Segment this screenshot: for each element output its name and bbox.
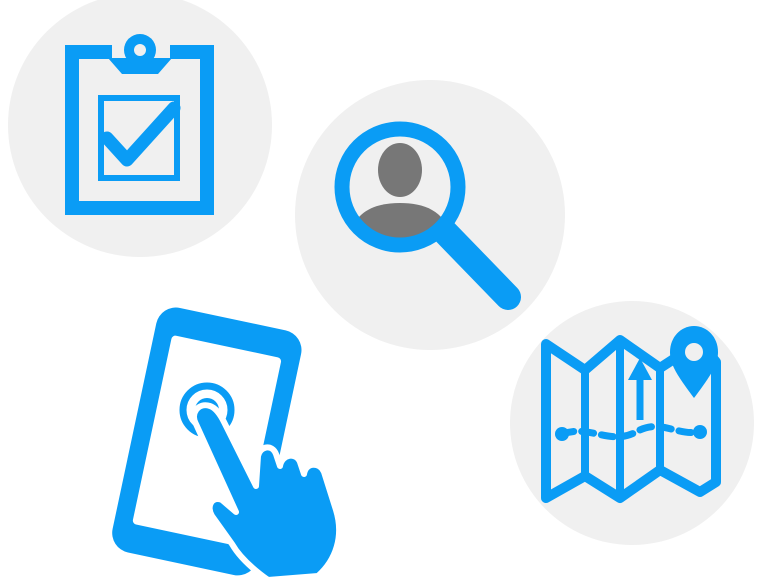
user-search-icon	[295, 80, 565, 350]
map-route-icon	[510, 301, 754, 545]
icon-illustration	[8, 0, 754, 580]
tablet-tap-icon	[112, 307, 343, 580]
illustration-canvas	[0, 0, 764, 580]
clipboard-check-icon	[8, 0, 272, 257]
